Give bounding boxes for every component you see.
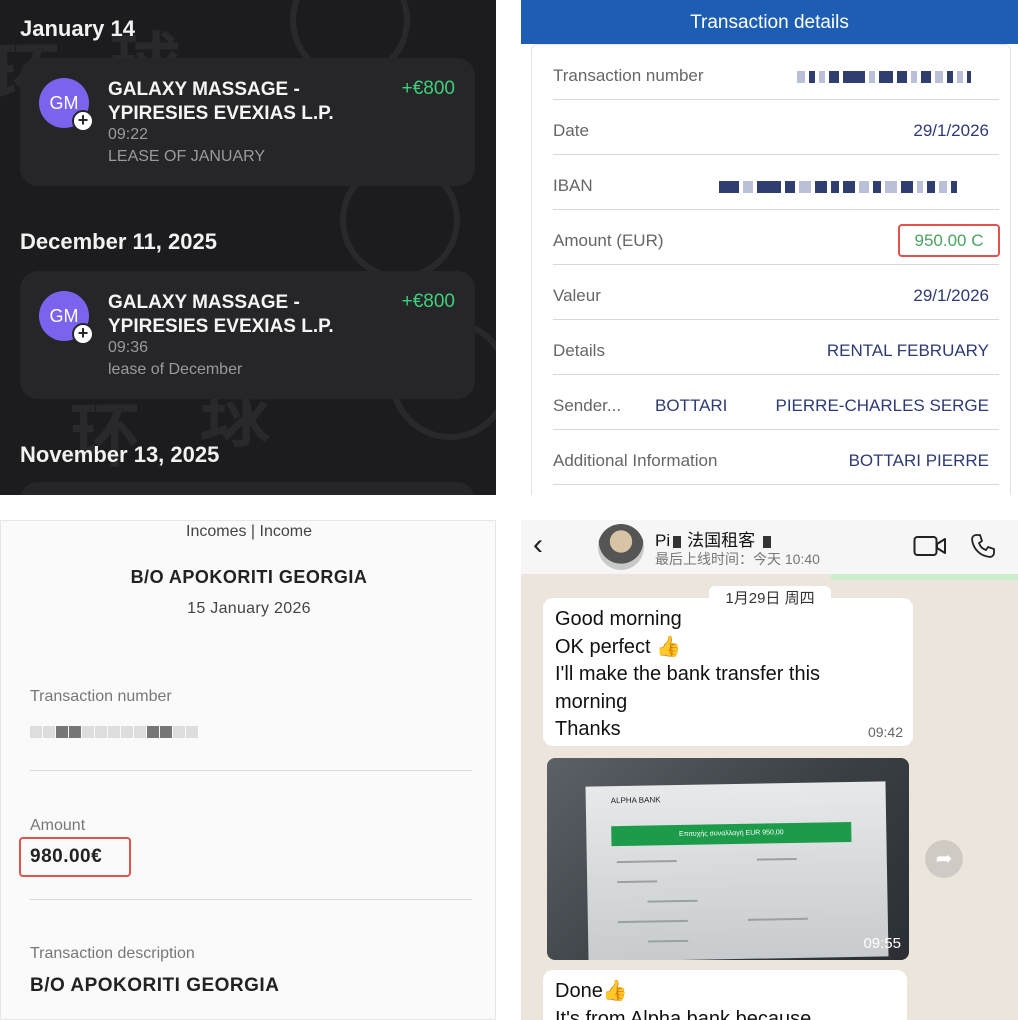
sender-surname: BOTTARI	[655, 396, 728, 415]
message-line: I'll make the bank transfer this	[555, 663, 821, 685]
transaction-card[interactable]: GM + GALAXY MASSAGE - YPIRESIES EVEXIAS …	[20, 58, 475, 186]
breadcrumb[interactable]: Incomes | Income	[1, 523, 495, 541]
redacted-transaction-number	[30, 726, 199, 738]
status-strip	[831, 574, 1018, 580]
message-line: Thanks	[555, 718, 621, 740]
doc-line	[648, 939, 689, 943]
banking-transactions-panel: 环 球 环 球 January 14 GM + GALAXY MASSAGE -…	[0, 0, 496, 495]
detail-row: Date 29/1/2026	[553, 113, 999, 155]
share-icon[interactable]: ➦	[925, 840, 963, 878]
transaction-amount: +€800	[401, 291, 455, 312]
detail-label: Valeur	[553, 286, 601, 305]
detail-row: Valeur 29/1/2026	[553, 278, 999, 320]
details-value: RENTAL FEBRUARY	[826, 341, 989, 360]
doc-success-bar: Επιτυχής συναλλαγή EUR 950,00	[611, 822, 852, 847]
transaction-time: 09:22	[108, 126, 149, 143]
date-header: December 11, 2025	[20, 229, 217, 254]
transaction-name: GALAXY MASSAGE - YPIRESIES EVEXIAS L.P.	[108, 292, 334, 337]
message-line: OK perfect 👍	[555, 635, 682, 658]
message-bubble[interactable]: Good morning OK perfect 👍 I'll make the …	[543, 598, 913, 746]
valeur-value: 29/1/2026	[913, 286, 989, 305]
doc-line	[747, 917, 808, 921]
transaction-time: 09:36	[108, 339, 149, 356]
amount-value-highlighted: 950.00 C	[898, 224, 1000, 257]
detail-row: IBAN	[553, 168, 999, 210]
message-line: morning	[555, 690, 628, 713]
detail-row: Amount (EUR) 950.00 C	[553, 223, 1000, 265]
date-chip: 1月29日 周四	[709, 586, 831, 612]
detail-label: Additional Information	[553, 451, 718, 470]
amount-label: Amount	[30, 817, 86, 834]
transaction-description: LEASE OF JANUARY	[108, 148, 266, 165]
redaction	[673, 535, 682, 548]
plus-badge-icon: +	[72, 323, 94, 345]
date-header: November 13, 2025	[20, 442, 220, 467]
message-time: 09:42	[867, 724, 903, 740]
chat-header: ‹ Pi 法国租客 最后上线时间：今天 10:40	[521, 520, 1018, 574]
chat-panel: ‹ Pi 法国租客 最后上线时间：今天 10:40 Good morning OK…	[521, 520, 1018, 1020]
receipt-date: 15 January 2026	[187, 600, 311, 617]
detail-label: Sender...	[553, 396, 622, 415]
transaction-amount: +€800	[401, 78, 455, 99]
detail-label: IBAN	[553, 176, 593, 195]
phone-icon[interactable]	[969, 532, 997, 560]
doc-line	[617, 880, 658, 884]
transaction-card[interactable]	[20, 482, 475, 495]
date-header: January 14	[20, 16, 135, 41]
doc-line	[756, 857, 797, 861]
divider	[30, 770, 472, 771]
message-time: 09:55	[863, 935, 901, 952]
date-value: 29/1/2026	[913, 121, 989, 140]
message-line: It's from Alpha bank because	[555, 1007, 812, 1020]
doc-line	[617, 919, 688, 924]
last-seen-status: 最后上线时间：今天 10:40	[655, 551, 820, 567]
transaction-details-panel: Transaction details Transaction number D…	[521, 0, 1018, 495]
detail-row: Additional Information BOTTARI PIERRE	[553, 443, 999, 485]
detail-row: Sender... BOTTARI PIERRE-CHARLES SERGE	[553, 388, 999, 430]
transaction-card[interactable]: GM + GALAXY MASSAGE - YPIRESIES EVEXIAS …	[20, 271, 475, 399]
details-header: Transaction details	[521, 0, 1018, 44]
image-message[interactable]: ALPHA BANK Επιτυχής συναλλαγή EUR 950,00…	[547, 758, 909, 960]
redacted-iban	[719, 181, 961, 193]
plus-badge-icon: +	[72, 110, 94, 132]
transaction-description: lease of December	[108, 361, 243, 378]
transaction-number-label: Transaction number	[30, 688, 172, 705]
photo-document: ALPHA BANK Επιτυχής συναλλαγή EUR 950,00	[585, 781, 889, 960]
details-list: Transaction number Date 29/1/2026 IBAN A…	[531, 44, 1011, 495]
message-line: Done👍	[555, 980, 628, 1002]
additional-info-value: BOTTARI PIERRE	[848, 451, 989, 470]
contact-name-first: Pi	[655, 531, 671, 550]
detail-row: Details RENTAL FEBRUARY	[553, 333, 999, 375]
amount-value: 980.00€	[30, 846, 103, 867]
video-call-icon[interactable]	[913, 534, 947, 558]
message-text: Good morning OK perfect 👍 I'll make the …	[555, 606, 820, 744]
message-bubble[interactable]: Done👍 It's from Alpha bank because	[543, 970, 907, 1020]
description-label: Transaction description	[30, 945, 195, 962]
detail-label: Amount (EUR)	[553, 231, 664, 250]
contact-name-suffix: 法国租客	[687, 531, 756, 550]
sender-given-names: PIERRE-CHARLES SERGE	[775, 396, 990, 415]
contact-name[interactable]: Pi 法国租客	[655, 526, 772, 551]
avatar[interactable]	[598, 524, 644, 570]
detail-label: Date	[553, 121, 589, 140]
doc-line	[616, 860, 677, 864]
receipt-title: B/O APOKORITI GEORGIA	[130, 567, 368, 587]
detail-label: Details	[553, 341, 605, 360]
doc-line	[647, 899, 698, 903]
detail-label: Transaction number	[553, 66, 704, 85]
message-text: Done👍 It's from Alpha bank because	[555, 978, 811, 1020]
description-value: B/O APOKORITI GEORGIA	[30, 975, 280, 996]
redaction	[763, 535, 772, 548]
transaction-name: GALAXY MASSAGE - YPIRESIES EVEXIAS L.P.	[108, 79, 334, 124]
divider	[30, 899, 472, 900]
income-receipt-panel: Incomes | Income B/O APOKORITI GEORGIA 1…	[0, 520, 496, 1020]
doc-bank-name: ALPHA BANK	[610, 795, 661, 806]
back-icon[interactable]: ‹	[533, 530, 543, 560]
detail-row: Transaction number	[553, 58, 999, 100]
redacted-value	[797, 71, 975, 83]
